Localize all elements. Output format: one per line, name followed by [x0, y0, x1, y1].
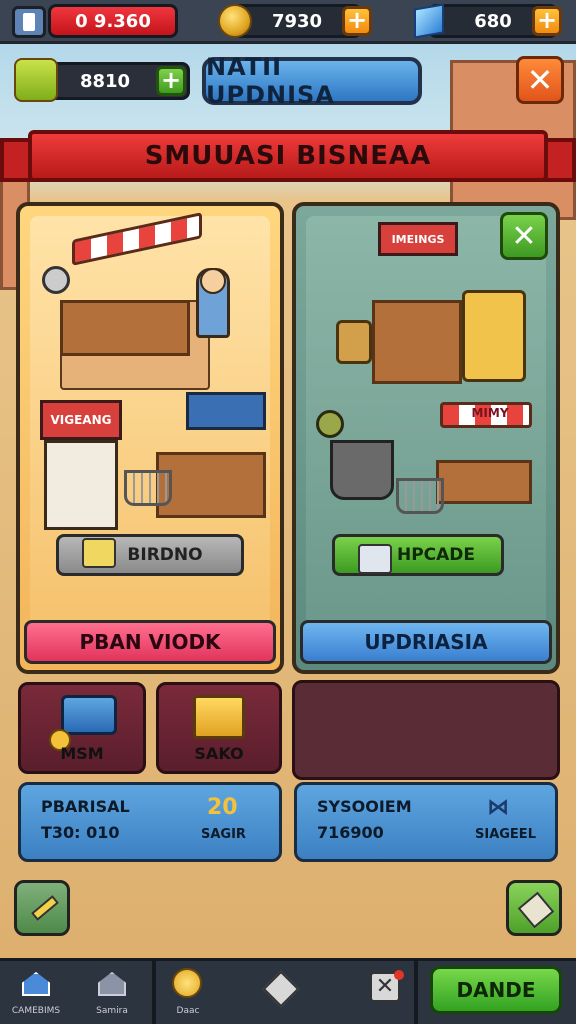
right-business-card[interactable]	[292, 202, 560, 674]
shop-display-sign	[186, 392, 266, 430]
add-gems-button[interactable]: +	[532, 6, 562, 36]
coin-medal-icon	[316, 410, 344, 438]
done-label: DANDE	[456, 978, 536, 1002]
left-action-button[interactable]: PBAN VIODK	[24, 620, 276, 664]
nav-label: Samira	[96, 1006, 128, 1016]
nav-item-home[interactable]: CAMEBIMS	[6, 962, 66, 1022]
banner-text: SMUUASI BISNEAA	[144, 141, 432, 171]
page-title: NATII UPDNISA	[206, 53, 335, 109]
home-icon	[22, 972, 50, 996]
close-button[interactable]: ✕	[516, 56, 564, 104]
store-icon	[98, 972, 126, 996]
nav-item-store[interactable]: Samira	[82, 962, 142, 1022]
item-slot-gift[interactable]: SAKO	[156, 682, 282, 774]
nav-label: Daac	[176, 1006, 200, 1016]
info-left-sub: SAGIR	[201, 827, 246, 842]
info-right-title: SYSOOIEM	[317, 797, 412, 816]
right-info-panel: SYSOOIEM 716900 ⋈ SIAGEEL	[294, 782, 558, 862]
bowtie-icon: ⋈	[487, 795, 509, 820]
left-stall-sign: VIGEANG	[40, 400, 122, 440]
right-awning-sign: MIMY	[460, 406, 520, 424]
done-button[interactable]: DANDE	[430, 966, 562, 1014]
info-left-count: 20	[207, 795, 238, 820]
shopkeeper-head	[200, 268, 226, 294]
grocery-counter	[156, 452, 266, 518]
add-coins-button[interactable]: +	[342, 6, 372, 36]
upgrade-box-icon	[358, 544, 392, 574]
coin-value: 7930	[271, 10, 323, 32]
right-stall-sign-text: IMEINGS	[391, 232, 445, 246]
shopping-cart	[124, 470, 172, 506]
coins-icon	[172, 968, 202, 998]
item-label: MSM	[60, 744, 104, 763]
money-counter: 0 9.360	[48, 4, 178, 38]
edit-button[interactable]	[506, 880, 562, 936]
info-right-sub: SIAGEEL	[475, 827, 536, 842]
add-side-button[interactable]: +	[156, 66, 186, 96]
gift-box-icon	[193, 695, 245, 739]
right-store-scene	[306, 216, 546, 656]
left-action-label: PBAN VIODK	[79, 630, 221, 654]
shop-counter	[60, 300, 190, 356]
title-banner: SMUUASI BISNEAA	[28, 130, 548, 182]
nav-item-coins[interactable]: Daac	[158, 962, 218, 1022]
tape-icon	[61, 695, 117, 735]
left-info-panel: PBARISAL T30: 010 20 SAGIR	[18, 782, 282, 862]
side-counter-value: 8810	[79, 70, 131, 92]
right-awning-sign-text: MIMY	[471, 406, 509, 420]
right-action-button[interactable]: UPDRIASIA	[300, 620, 552, 664]
market-counter	[372, 300, 462, 384]
right-stall-sign: IMEINGS	[378, 222, 458, 256]
fruit-cart	[330, 440, 394, 500]
info-left-title: PBARISAL	[41, 797, 130, 816]
empty-item-panel	[292, 680, 560, 780]
card-icon	[262, 970, 300, 1008]
eraser-icon	[517, 891, 555, 929]
nav-divider	[414, 960, 418, 1024]
close-icon: ✕	[511, 218, 537, 254]
page-title-button[interactable]: NATII UPDNISA	[202, 53, 422, 109]
vending-machine	[462, 290, 526, 382]
left-stall-sign-text: VIGEANG	[50, 413, 112, 427]
nav-item-tools[interactable]: ✕	[356, 962, 416, 1022]
right-card-close-button[interactable]: ✕	[500, 212, 548, 260]
close-icon: ✕	[526, 61, 554, 99]
shopping-cart	[396, 478, 444, 514]
money-value: 0 9.360	[75, 10, 151, 32]
item-slot-tape[interactable]: MSM	[18, 682, 146, 774]
left-pill-label: BIRDNO	[127, 545, 203, 565]
right-action-label: UPDRIASIA	[364, 630, 488, 654]
right-pill-label: HPCADE	[396, 545, 476, 565]
phone-icon[interactable]	[12, 6, 46, 38]
pencil-icon	[31, 895, 59, 921]
box-icon	[82, 538, 116, 568]
info-right-value: 716900	[317, 823, 384, 842]
notification-dot	[394, 970, 404, 980]
info-left-value: T30: 010	[41, 823, 120, 842]
nav-label: CAMEBIMS	[11, 1006, 61, 1016]
coin-icon	[218, 4, 252, 38]
nav-item-card[interactable]	[252, 962, 312, 1022]
produce-counter	[436, 460, 532, 504]
pencil-button[interactable]	[14, 880, 70, 936]
honey-pot	[336, 320, 372, 364]
gem-value: 680	[474, 10, 512, 32]
nav-divider	[152, 960, 156, 1024]
coins-stack-icon	[14, 58, 58, 102]
item-label: SAKO	[194, 744, 244, 763]
clock-icon	[42, 266, 70, 294]
produce-shelf	[44, 440, 118, 530]
gem-icon	[414, 3, 444, 39]
